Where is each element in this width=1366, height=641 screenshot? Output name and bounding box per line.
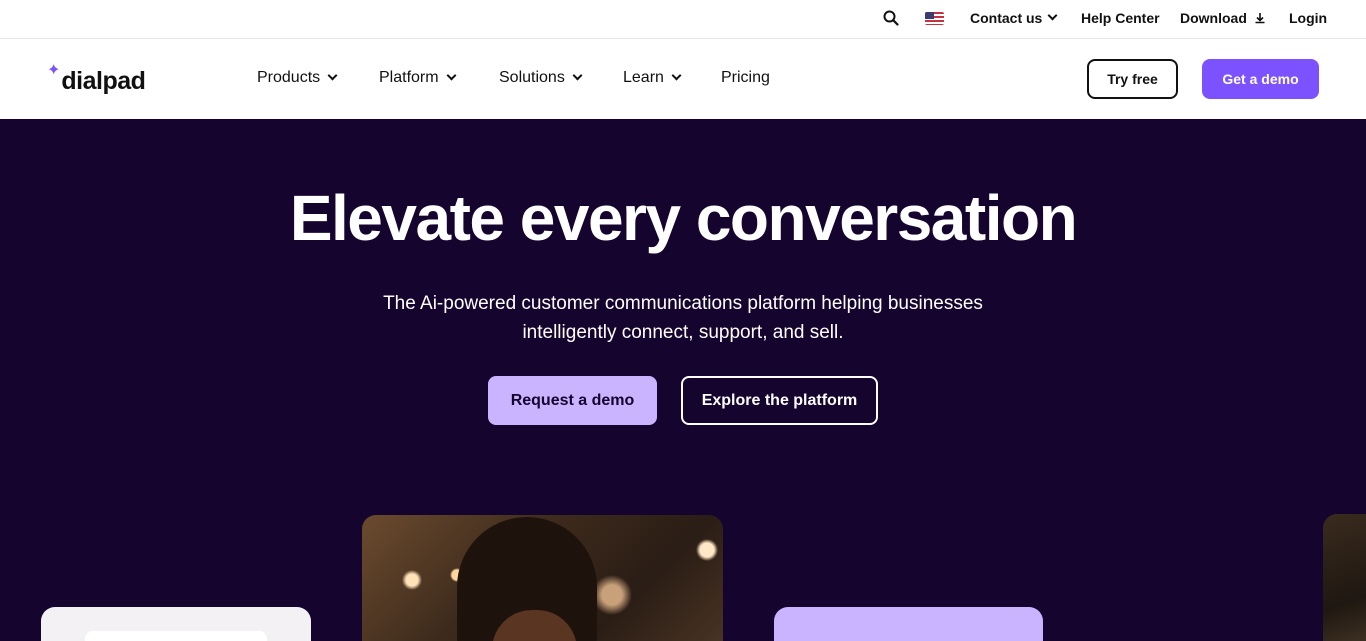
nav-learn[interactable]: Learn: [623, 69, 682, 87]
nav-solutions-label: Solutions: [499, 69, 565, 86]
contact-us-label: Contact us: [970, 10, 1043, 26]
download-label: Download: [1180, 10, 1247, 26]
us-flag-icon[interactable]: [925, 12, 944, 25]
hero-title: Elevate every conversation: [289, 182, 1078, 254]
utility-bar: Contact us Help Center Download Login: [0, 0, 1366, 39]
hero-photo-right: [1323, 514, 1366, 641]
preview-card-left: [41, 607, 311, 641]
preview-card-purple: [774, 607, 1043, 641]
nav-products-label: Products: [257, 69, 321, 86]
nav-learn-label: Learn: [623, 69, 664, 86]
hero-subtitle: The Ai-powered customer communications p…: [333, 289, 1033, 347]
hero-subtitle-line1: The Ai-powered customer communications p…: [383, 293, 983, 314]
hero-subtitle-line2: intelligently connect, support, and sell…: [522, 322, 844, 343]
nav-products[interactable]: Products: [257, 69, 338, 87]
nav-pricing[interactable]: Pricing: [721, 69, 770, 87]
preview-card-inner: [85, 631, 267, 641]
chevron-down-icon: [671, 70, 682, 81]
try-free-button[interactable]: Try free: [1087, 59, 1178, 99]
get-demo-button[interactable]: Get a demo: [1202, 59, 1319, 99]
nav-platform-label: Platform: [379, 69, 439, 86]
dialpad-logo[interactable]: ✦ dialpad: [47, 62, 146, 96]
nav-solutions[interactable]: Solutions: [499, 69, 583, 87]
nav-platform[interactable]: Platform: [379, 69, 457, 87]
explore-platform-button[interactable]: Explore the platform: [681, 376, 878, 425]
chevron-down-icon: [446, 70, 457, 81]
login-link[interactable]: Login: [1289, 10, 1327, 26]
main-nav: ✦ dialpad Products Platform Solutions Le…: [0, 39, 1366, 119]
sparkle-icon: ✦: [47, 62, 61, 79]
chevron-down-icon: [1047, 10, 1058, 21]
hero-section: Elevate every conversation The Ai-powere…: [0, 119, 1366, 641]
chevron-down-icon: [572, 70, 583, 81]
chevron-down-icon: [327, 70, 338, 81]
help-center-link[interactable]: Help Center: [1081, 10, 1160, 26]
logo-text: dialpad: [61, 67, 146, 95]
contact-us-menu[interactable]: Contact us: [970, 10, 1058, 26]
request-demo-button[interactable]: Request a demo: [488, 376, 657, 425]
download-link[interactable]: Download: [1180, 10, 1266, 26]
search-icon[interactable]: [883, 10, 899, 26]
nav-pricing-label: Pricing: [721, 69, 770, 86]
hero-photo: [362, 515, 723, 641]
download-icon: [1255, 13, 1265, 24]
